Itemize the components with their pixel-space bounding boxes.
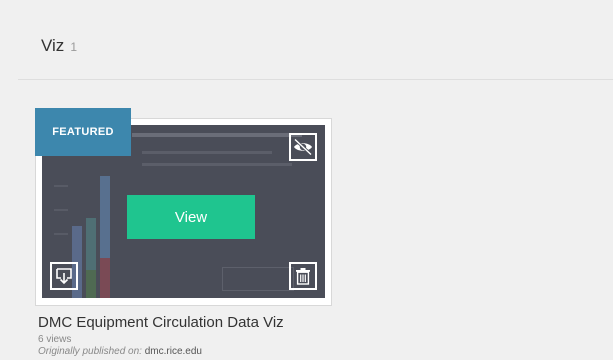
thumbnail-ghost-axis bbox=[54, 233, 68, 235]
download-button[interactable] bbox=[50, 262, 78, 290]
thumbnail-ghost-subtitle bbox=[142, 151, 272, 154]
section-count: 1 bbox=[70, 40, 77, 54]
thumbnail-ghost-bar bbox=[86, 270, 96, 298]
thumbnail-ghost-axis bbox=[54, 185, 68, 187]
thumbnail-ghost-subtitle-2 bbox=[142, 163, 292, 166]
view-button[interactable]: View bbox=[127, 195, 255, 239]
section-header: Viz 1 bbox=[18, 0, 613, 80]
origin-domain[interactable]: dmc.rice.edu bbox=[145, 346, 202, 357]
featured-badge: FEATURED bbox=[35, 108, 131, 156]
eye-slash-icon bbox=[293, 139, 313, 155]
viz-title[interactable]: DMC Equipment Circulation Data Viz bbox=[38, 314, 284, 331]
thumbnail-ghost-bar bbox=[100, 258, 110, 298]
view-count: 6 views bbox=[38, 334, 72, 345]
delete-button[interactable] bbox=[289, 262, 317, 290]
thumbnail-ghost-title bbox=[132, 133, 302, 137]
download-icon bbox=[56, 268, 72, 285]
section-title: Viz 1 bbox=[41, 36, 77, 56]
thumbnail-ghost-legend bbox=[222, 267, 294, 291]
origin-line: Originally published on: dmc.rice.edu bbox=[38, 346, 202, 357]
trash-icon bbox=[296, 268, 310, 285]
hide-button[interactable] bbox=[289, 133, 317, 161]
origin-label: Originally published on: bbox=[38, 346, 142, 357]
section-title-text: Viz bbox=[41, 36, 65, 55]
thumbnail-ghost-axis bbox=[54, 209, 68, 211]
